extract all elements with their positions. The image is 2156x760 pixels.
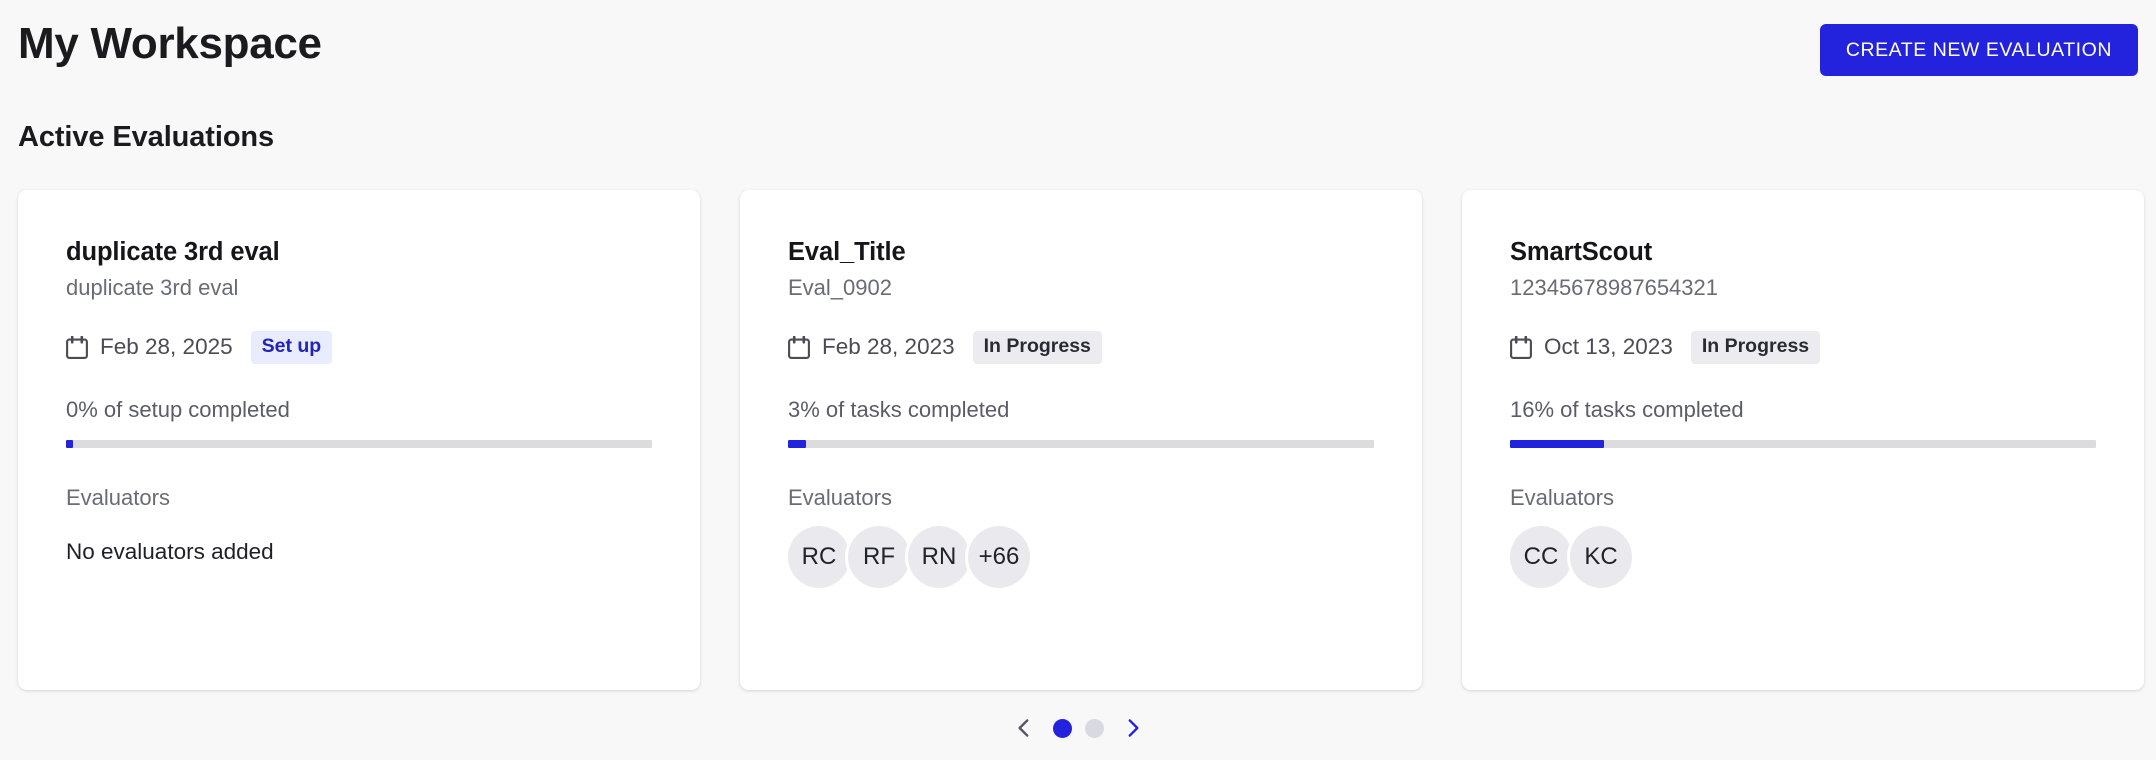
progress-bar-track (788, 440, 1374, 448)
progress-bar-track (1510, 440, 2096, 448)
evaluation-card-title: SmartScout (1510, 238, 1653, 266)
progress-bar-fill (788, 440, 806, 448)
evaluation-date: Feb 28, 2023 (822, 334, 955, 359)
evaluation-card-subtitle: Eval_0902 (788, 275, 892, 300)
evaluation-card[interactable]: Eval_Title Eval_0902 Feb 28, 2023 In Progr… (740, 190, 1422, 690)
evaluation-date: Feb 28, 2025 (100, 334, 233, 359)
avatar[interactable]: RC (788, 526, 850, 588)
evaluation-cards-row: duplicate 3rd eval duplicate 3rd eval Feb… (18, 190, 2144, 690)
progress-bar-fill (66, 440, 73, 448)
calendar-icon (66, 335, 88, 359)
status-badge[interactable]: In Progress (1690, 330, 1821, 364)
evaluators-label: Evaluators (788, 485, 892, 510)
pagination-dot[interactable] (1052, 718, 1072, 738)
evaluation-card-title: Eval_Title (788, 238, 906, 266)
evaluation-card[interactable]: SmartScout 12345678987654321 Oct 13, 2023… (1462, 190, 2144, 690)
evaluation-card-subtitle: 12345678987654321 (1510, 275, 1719, 300)
evaluation-card-meta-row: Oct 13, 2023 In Progress (1510, 330, 2096, 364)
create-new-evaluation-button[interactable]: CREATE NEW EVALUATION (1819, 24, 2138, 76)
evaluator-avatars: RC RF RN +66 (788, 526, 1374, 588)
pagination-prev-button[interactable] (1011, 715, 1037, 741)
page-title: My Workspace (18, 19, 322, 68)
evaluators-label: Evaluators (1510, 485, 1614, 510)
progress-bar-track (66, 440, 652, 448)
evaluators-label: Evaluators (66, 485, 170, 510)
progress-label: 0% of setup completed (66, 397, 290, 422)
progress-label: 3% of tasks completed (788, 397, 1010, 422)
evaluator-avatars: CC KC (1510, 526, 2096, 588)
evaluation-card-title: duplicate 3rd eval (66, 238, 280, 266)
status-badge[interactable]: Set up (250, 330, 333, 364)
evaluation-card-subtitle: duplicate 3rd eval (66, 275, 239, 300)
avatar[interactable]: RN (908, 526, 970, 588)
avatar[interactable]: KC (1570, 526, 1632, 588)
pagination-dots (1052, 718, 1104, 738)
pagination-next-button[interactable] (1120, 715, 1146, 741)
calendar-icon (788, 335, 810, 359)
page-header: My Workspace CREATE NEW EVALUATION (0, 0, 2156, 92)
chevron-left-icon (1017, 719, 1028, 737)
workspace-page: My Workspace CREATE NEW EVALUATION Activ… (0, 0, 2156, 760)
calendar-icon (1510, 335, 1532, 359)
section-title-active-evaluations: Active Evaluations (18, 121, 275, 153)
avatar[interactable]: CC (1510, 526, 1572, 588)
evaluation-card-meta-row: Feb 28, 2025 Set up (66, 330, 652, 364)
status-badge[interactable]: In Progress (972, 330, 1102, 364)
no-evaluators-message: No evaluators added (66, 539, 274, 564)
progress-bar-fill (1510, 440, 1604, 448)
avatar[interactable]: RF (848, 526, 910, 588)
evaluation-date: Oct 13, 2023 (1544, 334, 1673, 359)
progress-label: 16% of tasks completed (1510, 397, 1744, 422)
pagination-dot[interactable] (1084, 718, 1104, 738)
carousel-pagination (0, 708, 2156, 748)
avatar-overflow-count[interactable]: +66 (968, 526, 1030, 588)
evaluation-card[interactable]: duplicate 3rd eval duplicate 3rd eval Feb… (18, 190, 700, 690)
chevron-right-icon (1128, 719, 1139, 737)
evaluation-card-meta-row: Feb 28, 2023 In Progress (788, 330, 1374, 364)
